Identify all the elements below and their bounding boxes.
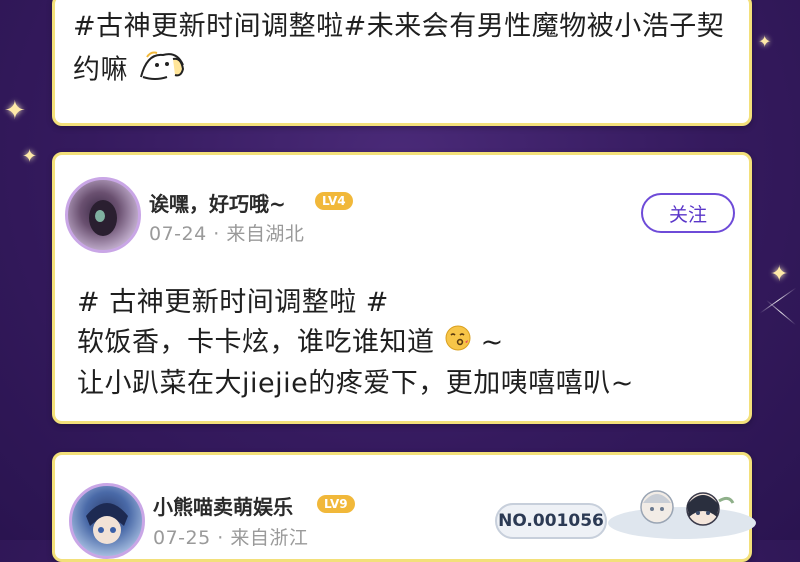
- star-icon: ✦: [22, 146, 38, 167]
- post-meta: 07-24 · 来自湖北: [149, 219, 304, 246]
- post-card[interactable]: 小熊喵卖萌娱乐 LV9 07-25 · 来自浙江 NO.001056: [52, 452, 756, 562]
- star-icon: ✦: [770, 262, 789, 287]
- post-card[interactable]: 诶嘿，好巧哦~ LV4 07-24 · 来自湖北 关注 # 古神更新时间调整啦 …: [52, 152, 752, 424]
- post-text-line: #古神更新时间调整啦#未来会有男性魔物被小浩子契: [73, 11, 725, 42]
- post-text-line: 让小趴菜在大jiejie的疼爱下，更加咦嘻嘻叭~: [77, 367, 634, 399]
- post-date: 07-24: [149, 223, 207, 245]
- post-content: #古神更新时间调整啦#未来会有男性魔物被小浩子契 约嘛: [73, 7, 729, 95]
- follow-button[interactable]: 关注: [641, 193, 735, 233]
- star-icon: ✦: [758, 32, 772, 51]
- post-content: # 古神更新时间调整啦 # 软饭香，卡卡炫，谁吃谁知道 ~ 让小趴菜在大jiej…: [77, 283, 729, 404]
- doodle-sticker-icon: [137, 47, 189, 95]
- username[interactable]: 诶嘿，好巧哦~: [149, 188, 286, 217]
- post-card[interactable]: #古神更新时间调整啦#未来会有男性魔物被小浩子契 约嘛: [52, 0, 752, 126]
- avatar[interactable]: [65, 177, 141, 253]
- post-location: · 来自浙江: [217, 527, 309, 549]
- chibi-characters-icon: [607, 483, 757, 543]
- post-text-line: # 古神更新时间调整啦 #: [77, 287, 389, 318]
- post-date: 07-25: [153, 527, 211, 549]
- kissing-face-icon: [444, 324, 472, 364]
- star-icon: ✦: [4, 96, 26, 126]
- post-text-line: 软饭香，卡卡炫，谁吃谁知道 ~: [77, 323, 729, 364]
- sparkle-streak: [766, 299, 796, 326]
- username[interactable]: 小熊喵卖萌娱乐: [153, 491, 293, 520]
- post-meta: 07-25 · 来自浙江: [153, 523, 308, 550]
- fan-number-badge: NO.001056: [495, 503, 607, 539]
- avatar[interactable]: [69, 483, 145, 559]
- level-badge: LV4: [315, 192, 353, 210]
- level-badge: LV9: [317, 495, 355, 513]
- post-location: · 来自湖北: [213, 223, 305, 245]
- post-text-line: 约嘛: [73, 47, 729, 95]
